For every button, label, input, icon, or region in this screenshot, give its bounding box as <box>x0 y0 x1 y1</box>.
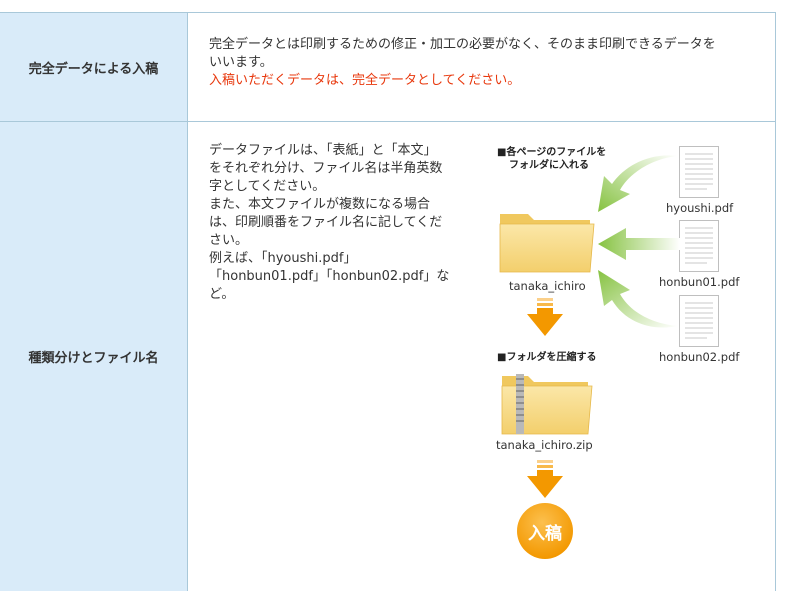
complete-data-note: 入稿いただくデータは、完全データとしてください。 <box>209 73 521 88</box>
description-line: データファイルは、「表紙」と「本文」 <box>209 143 437 158</box>
complete-data-description: 完全データとは印刷するための修正・加工の必要がなく、そのまま印刷できるデータを … <box>209 36 769 90</box>
pdf-file-icon <box>679 220 719 272</box>
step1-heading-line: フォルダに入れる <box>509 160 589 171</box>
pdf-file-icon <box>679 295 719 347</box>
table-right-border <box>775 12 776 591</box>
file-naming-description: データファイルは、「表紙」と「本文」 をそれぞれ分け、ファイル名は半角英数 字と… <box>209 142 479 304</box>
zip-folder-icon <box>501 374 593 435</box>
description-line: また、本文ファイルが複数になる場合 <box>209 197 431 212</box>
description-line: 字としてください。 <box>209 179 326 194</box>
row-label-text: 完全データによる入稿 <box>28 61 159 77</box>
green-arrow-icon <box>598 270 678 328</box>
description-line: 「honbun01.pdf」「honbun02.pdf」な <box>209 269 450 284</box>
submit-label: 入稿 <box>528 523 562 544</box>
upload-guide-table: 完全データによる入稿 完全データとは印刷するための修正・加工の必要がなく、そのま… <box>0 0 788 591</box>
description-line: いいます。 <box>209 55 273 70</box>
green-arrow-icon <box>598 228 680 260</box>
row-label-file-naming: 種類分けとファイル名 <box>0 122 187 591</box>
description-line: は、印刷順番をファイル名に記してくだ <box>209 215 443 230</box>
down-arrow-icon <box>527 298 563 336</box>
pdf-file-icon <box>679 146 719 198</box>
row-label-text: 種類分けとファイル名 <box>28 351 159 366</box>
description-line: さい。 <box>209 233 249 248</box>
down-arrow-icon <box>527 460 563 498</box>
row-label-complete-data: 完全データによる入稿 <box>0 13 187 121</box>
column-divider <box>187 12 188 591</box>
green-arrow-icon <box>598 155 678 212</box>
submit-badge: 入稿 <box>517 503 573 559</box>
description-line: ど。 <box>209 287 235 302</box>
description-line: をそれぞれ分け、ファイル名は半角英数 <box>209 161 443 176</box>
folder-name: tanaka_ichiro <box>509 279 586 293</box>
step1-heading: ■各ページのファイルを フォルダに入れる <box>497 146 606 172</box>
description-line: 例えば、「hyoushi.pdf」 <box>209 251 357 266</box>
step2-heading: ■フォルダを圧縮する <box>497 352 597 363</box>
zip-file-name: tanaka_ichiro.zip <box>496 438 593 452</box>
folder-icon <box>499 214 595 273</box>
step1-heading-line: ■各ページのファイルを <box>497 147 607 158</box>
file-name: honbun02.pdf <box>659 350 740 364</box>
description-line: 完全データとは印刷するための修正・加工の必要がなく、そのまま印刷できるデータを <box>209 37 716 52</box>
